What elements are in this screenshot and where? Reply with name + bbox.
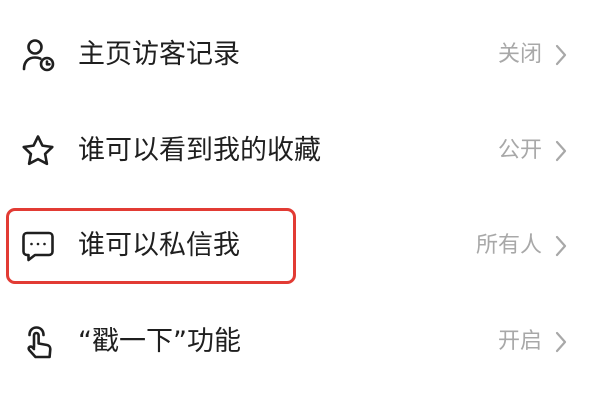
chevron-right-icon xyxy=(554,139,568,163)
setting-row-poke-feature[interactable]: “戳一下”功能 开启 xyxy=(0,297,598,387)
chat-bubble-icon xyxy=(20,228,56,264)
setting-value: 开启 xyxy=(497,329,542,354)
setting-value: 关闭 xyxy=(497,42,542,67)
chevron-right-icon xyxy=(554,234,568,258)
chevron-right-icon xyxy=(554,43,568,67)
setting-row-visitor-records[interactable]: 主页访客记录 关闭 xyxy=(0,10,598,100)
finger-tap-icon xyxy=(20,324,56,360)
setting-row-private-message[interactable]: 谁可以私信我 所有人 xyxy=(0,201,598,291)
setting-label: 谁可以私信我 xyxy=(78,230,240,261)
setting-label: “戳一下”功能 xyxy=(78,326,241,357)
setting-value: 公开 xyxy=(497,138,542,163)
setting-label: 谁可以看到我的收藏 xyxy=(78,135,321,166)
star-icon xyxy=(20,133,56,169)
setting-label: 主页访客记录 xyxy=(78,39,240,70)
chevron-right-icon xyxy=(554,330,568,354)
setting-row-favorites-visibility[interactable]: 谁可以看到我的收藏 公开 xyxy=(0,106,598,196)
setting-value: 所有人 xyxy=(475,233,542,258)
settings-list: 主页访客记录 关闭 谁可以看到我的收藏 公开 谁可以私信我 所有人 “戳一下”功… xyxy=(0,0,598,414)
user-clock-icon xyxy=(20,37,56,73)
